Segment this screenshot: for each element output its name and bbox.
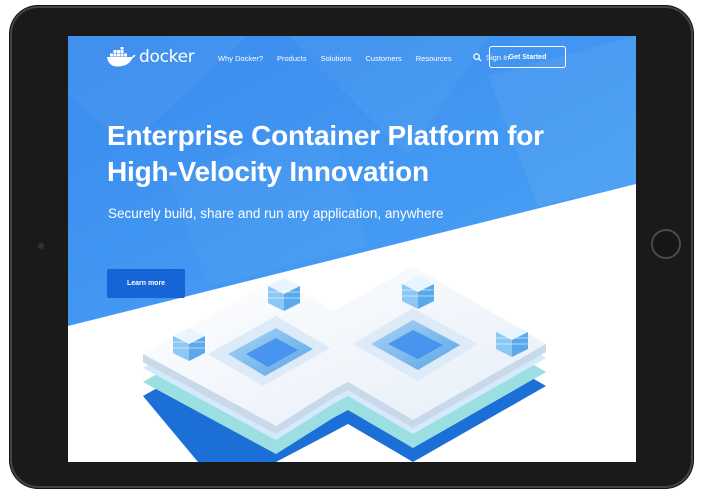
camera-icon (37, 242, 45, 250)
screen: docker Why Docker? Products Solutions Cu… (68, 36, 636, 462)
infinity-platform-illustration (143, 266, 546, 462)
home-button[interactable] (651, 229, 681, 259)
